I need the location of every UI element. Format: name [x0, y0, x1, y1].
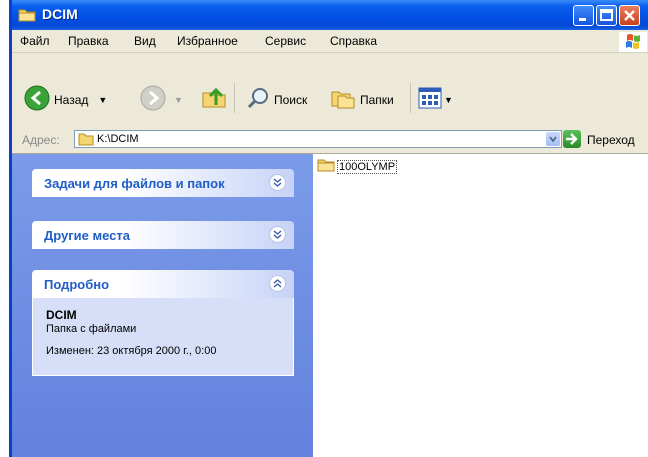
toolbar-separator — [410, 83, 411, 113]
panel-other-places-title: Другие места — [44, 228, 131, 243]
detail-modified: Изменен: 23 октября 2000 г., 0:00 — [46, 345, 217, 357]
list-item[interactable]: 100OLYMP — [317, 158, 398, 175]
go-button[interactable]: Переход — [587, 133, 635, 147]
folder-icon — [78, 132, 94, 149]
address-bar: Адрес: K:\DCIM Переход — [12, 127, 648, 154]
menu-edit[interactable]: Правка — [68, 34, 109, 48]
address-dropdown-button[interactable] — [546, 132, 560, 146]
folder-up-icon — [200, 83, 228, 114]
chevron-down-icon[interactable]: ▼ — [98, 95, 107, 105]
folders-label: Папки — [360, 92, 394, 107]
back-label: Назад — [54, 92, 89, 107]
panel-file-tasks[interactable]: Задачи для файлов и папок — [32, 169, 294, 197]
toolbar-separator — [234, 83, 235, 113]
folder-icon — [317, 158, 335, 175]
views-button[interactable]: ▼ — [418, 87, 453, 112]
menu-help[interactable]: Справка — [330, 34, 377, 48]
menu-bar: Файл Правка Вид Избранное Сервис Справка — [12, 30, 648, 53]
chevron-down-icon[interactable] — [269, 226, 286, 243]
search-icon — [246, 86, 270, 113]
title-bar[interactable]: DCIM — [12, 0, 648, 30]
menu-file[interactable]: Файл — [20, 34, 50, 48]
detail-name: DCIM — [46, 308, 77, 322]
chevron-up-icon[interactable] — [269, 275, 286, 292]
task-pane: Задачи для файлов и папок Другие места П… — [12, 154, 313, 457]
menu-favorites[interactable]: Избранное — [177, 34, 238, 48]
windows-logo-icon — [619, 32, 647, 52]
panel-other-places[interactable]: Другие места — [32, 221, 294, 249]
window-title: DCIM — [42, 6, 78, 22]
back-arrow-icon — [24, 85, 50, 114]
forward-arrow-icon — [140, 85, 166, 114]
search-button[interactable]: Поиск — [246, 86, 307, 113]
chevron-down-icon[interactable]: ▼ — [444, 95, 453, 105]
close-button[interactable] — [619, 5, 640, 26]
address-label: Адрес: — [22, 133, 60, 147]
folders-icon — [330, 86, 356, 113]
go-arrow-icon[interactable] — [563, 130, 581, 148]
folder-icon — [18, 8, 36, 22]
explorer-window: DCIM Файл Правка Вид Избранное Сервис Сп… — [9, 0, 648, 457]
chevron-down-icon[interactable] — [269, 174, 286, 191]
address-input[interactable]: K:\DCIM — [74, 130, 562, 148]
address-path: K:\DCIM — [97, 133, 139, 145]
folders-button[interactable]: Папки — [330, 86, 394, 113]
forward-button[interactable]: ▼ — [140, 85, 183, 114]
folder-name: 100OLYMP — [337, 159, 398, 174]
panel-details-title: Подробно — [44, 277, 110, 292]
toolbar: Назад ▼ ▼ Поиск Папки ▼ — [12, 53, 648, 128]
minimize-button[interactable] — [573, 5, 594, 26]
file-list[interactable]: 100OLYMP — [313, 154, 648, 457]
back-button[interactable]: Назад ▼ — [24, 85, 107, 114]
menu-view[interactable]: Вид — [134, 34, 156, 48]
menu-tools[interactable]: Сервис — [265, 34, 306, 48]
details-panel-body: DCIM Папка с файлами Изменен: 23 октября… — [32, 298, 294, 376]
panel-file-tasks-title: Задачи для файлов и папок — [44, 176, 225, 191]
views-icon — [418, 87, 442, 112]
up-button[interactable] — [200, 83, 228, 114]
detail-type: Папка с файлами — [46, 323, 137, 335]
chevron-down-icon[interactable]: ▼ — [174, 95, 183, 105]
panel-details[interactable]: Подробно — [32, 270, 294, 298]
search-label: Поиск — [274, 92, 308, 107]
maximize-button[interactable] — [596, 5, 617, 26]
